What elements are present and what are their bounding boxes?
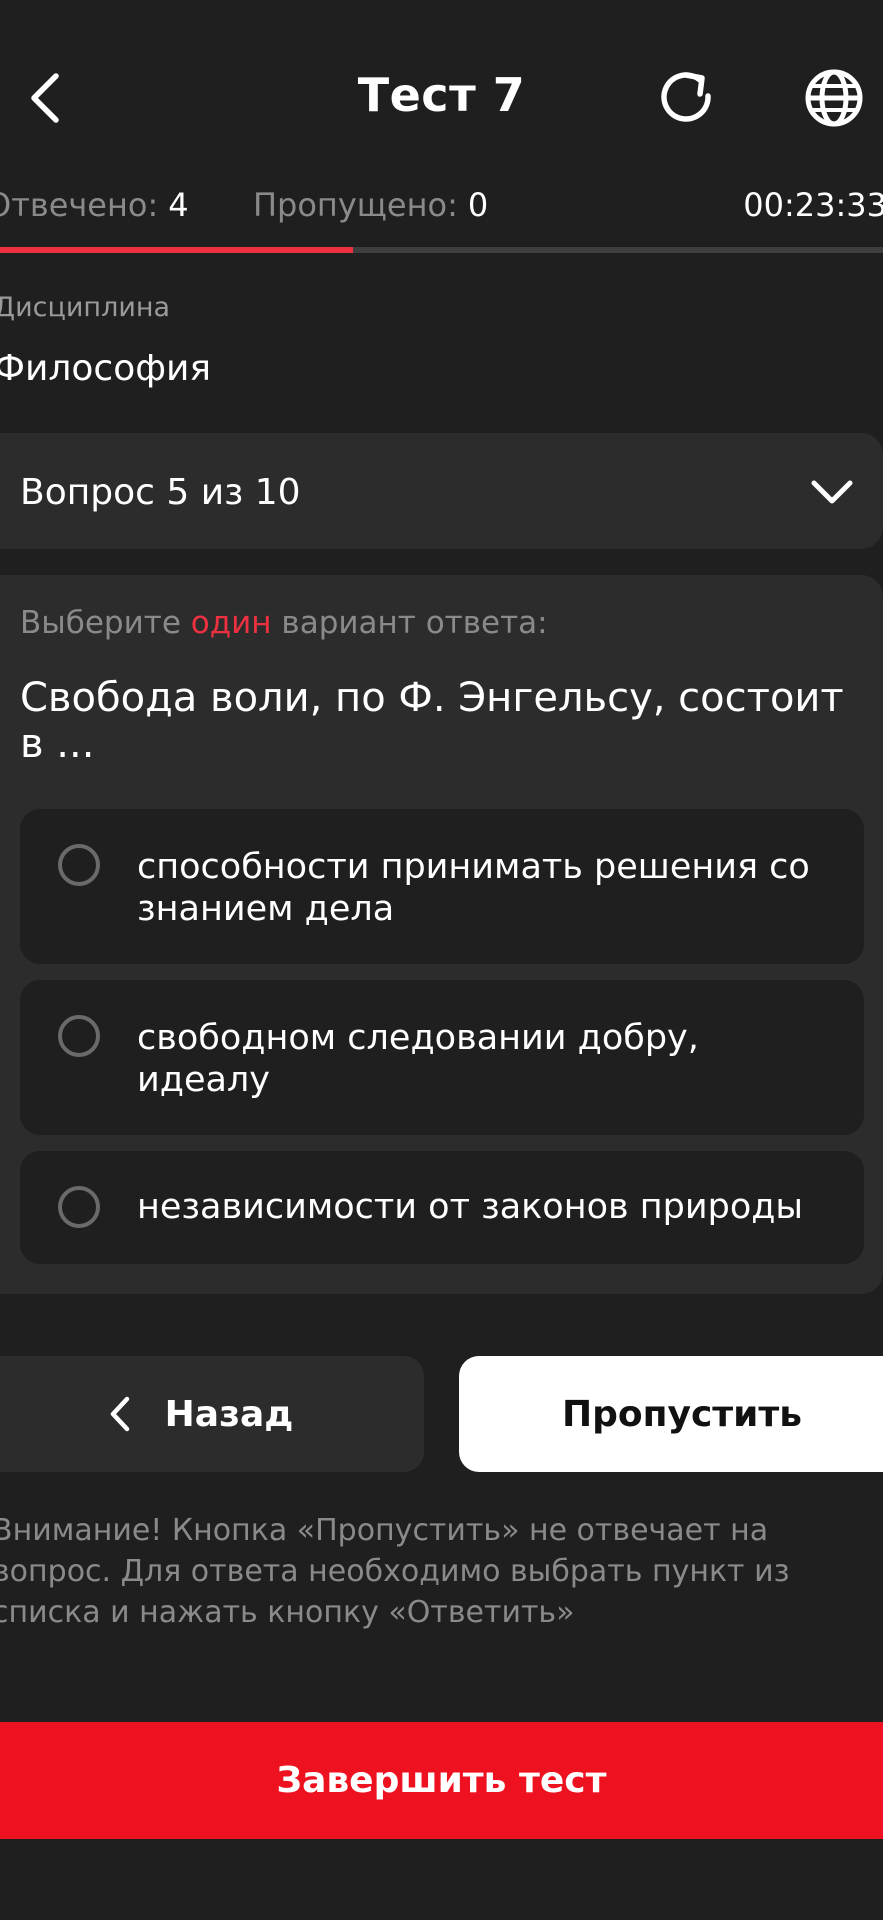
question-selector[interactable]: Вопрос 5 из 10 [0,433,883,549]
page-title: Тест 7 [357,68,526,122]
finish-test-label: Завершить тест [276,1760,607,1801]
answer-option-label: способности принимать решения со знанием… [137,847,810,929]
progress-bar [0,247,883,253]
skipped-label: Пропущено: [252,186,458,224]
refresh-icon [661,72,711,122]
back-button-label: Назад [164,1393,294,1435]
globe-icon [805,69,863,127]
answer-option-label: независимости от законов природы [137,1187,804,1227]
hint-text-end: вариант ответа: [271,605,548,641]
radio-button[interactable] [58,844,100,886]
question-selector-label: Вопрос 5 из 10 [20,472,301,513]
answered-label: Отвечено: [0,186,159,224]
question-hint: Выберите один вариант ответа: [20,605,548,641]
chevron-down-icon [811,480,853,504]
discipline-label: Дисциплина [0,292,171,323]
progress-fill [0,247,354,253]
answer-stats: Отвечено: 4 Пропущено: 0 [0,186,488,224]
question-card: Выберите один вариант ответа: Свобода во… [0,575,883,1294]
discipline-value: Философия [0,348,212,389]
question-text: Свобода воли, по Ф. Энгельсу, состоит в … [20,675,844,767]
skip-button-label: Пропустить [561,1393,803,1435]
chevron-left-icon [109,1396,131,1432]
hint-text: Выберите [20,605,191,641]
answer-option-label: свободном следовании добру, идеалу [137,1018,699,1100]
hint-accent: один [190,605,272,641]
skip-button[interactable]: Пропустить [459,1356,883,1472]
finish-test-button[interactable]: Завершить тест [0,1722,883,1839]
radio-button[interactable] [58,1015,100,1057]
answer-option-2[interactable]: свободном следовании добру, идеалу [20,980,864,1135]
language-button[interactable] [794,58,874,138]
timer: 00:23:33 [743,186,883,224]
back-button[interactable]: Назад [0,1356,424,1472]
refresh-button[interactable] [648,58,728,138]
radio-button[interactable] [58,1186,100,1228]
answer-option-3[interactable]: независимости от законов природы [20,1151,864,1264]
answered-count: 4 [168,186,189,224]
skip-notice: Внимание! Кнопка «Пропустить» не отвечае… [0,1513,790,1630]
answer-option-1[interactable]: способности принимать решения со знанием… [20,809,864,964]
skipped-count: 0 [467,186,489,224]
